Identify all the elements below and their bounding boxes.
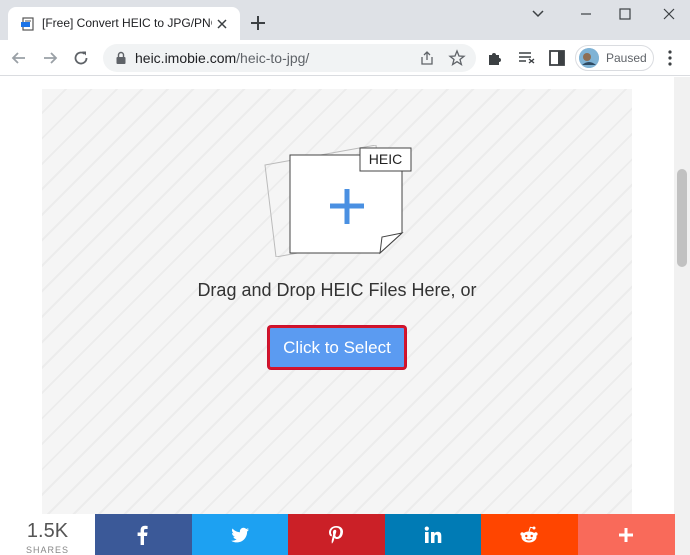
forward-icon[interactable] — [41, 49, 59, 67]
reddit-icon — [520, 526, 538, 543]
close-tab-icon[interactable] — [214, 16, 230, 32]
more-share-button[interactable] — [578, 514, 675, 555]
file-drop-zone[interactable]: HEIC Drag and Drop HEIC Files Here, or C… — [42, 89, 632, 519]
tab-strip: [Free] Convert HEIC to JPG/PNG/ — [0, 0, 690, 40]
reload-icon[interactable] — [72, 49, 90, 67]
twitter-share-button[interactable] — [192, 514, 289, 555]
share-count: 1.5K SHARES — [0, 514, 95, 555]
url-host: heic.imobie.com — [135, 50, 237, 66]
bookmark-star-icon[interactable] — [448, 49, 466, 67]
reddit-share-button[interactable] — [481, 514, 578, 555]
favicon-icon — [21, 17, 34, 31]
tab-title: [Free] Convert HEIC to JPG/PNG/ — [42, 16, 212, 30]
more-menu-icon[interactable] — [667, 49, 673, 67]
page-viewport: HEIC Drag and Drop HEIC Files Here, or C… — [0, 77, 690, 555]
share-icon[interactable] — [419, 50, 435, 66]
share-count-label: SHARES — [25, 545, 69, 555]
close-window-icon[interactable] — [659, 6, 679, 22]
profile-status: Paused — [606, 51, 647, 65]
drop-instructions: Drag and Drop HEIC Files Here, or — [197, 280, 477, 300]
scrollbar-thumb[interactable] — [677, 169, 687, 267]
twitter-icon — [231, 527, 249, 543]
extensions-icon[interactable] — [486, 49, 504, 67]
share-count-number: 1.5K — [26, 520, 69, 542]
social-share-bar: 1.5K SHARES — [0, 514, 690, 555]
lock-icon[interactable] — [115, 51, 127, 65]
click-to-select-button[interactable]: Click to Select — [268, 326, 406, 369]
browser-tab[interactable]: [Free] Convert HEIC to JPG/PNG/ — [8, 7, 240, 40]
url-text: heic.imobie.com/heic-to-jpg/ — [135, 50, 309, 66]
browser-window: [Free] Convert HEIC to JPG/PNG/ heic.imo… — [0, 0, 690, 555]
back-icon[interactable] — [10, 49, 28, 67]
avatar — [579, 48, 599, 68]
maximize-icon[interactable] — [615, 6, 635, 22]
url-path: /heic-to-jpg/ — [236, 50, 310, 66]
new-tab-icon[interactable] — [249, 14, 267, 32]
upload-file-icon: HEIC — [262, 144, 412, 258]
address-bar[interactable]: heic.imobie.com/heic-to-jpg/ — [103, 44, 476, 72]
reading-list-icon[interactable] — [517, 49, 535, 67]
heic-badge: HEIC — [368, 151, 403, 167]
side-panel-icon[interactable] — [548, 49, 566, 67]
chevron-down-icon[interactable] — [528, 6, 548, 22]
minimize-icon[interactable] — [576, 6, 596, 22]
facebook-icon — [137, 525, 148, 545]
facebook-share-button[interactable] — [95, 514, 192, 555]
scrollbar[interactable] — [674, 77, 690, 555]
more-icon — [619, 528, 633, 542]
profile-button[interactable]: Paused — [575, 45, 654, 71]
linkedin-share-button[interactable] — [385, 514, 482, 555]
linkedin-icon — [424, 526, 442, 543]
pinterest-icon — [329, 526, 343, 544]
pinterest-share-button[interactable] — [288, 514, 385, 555]
